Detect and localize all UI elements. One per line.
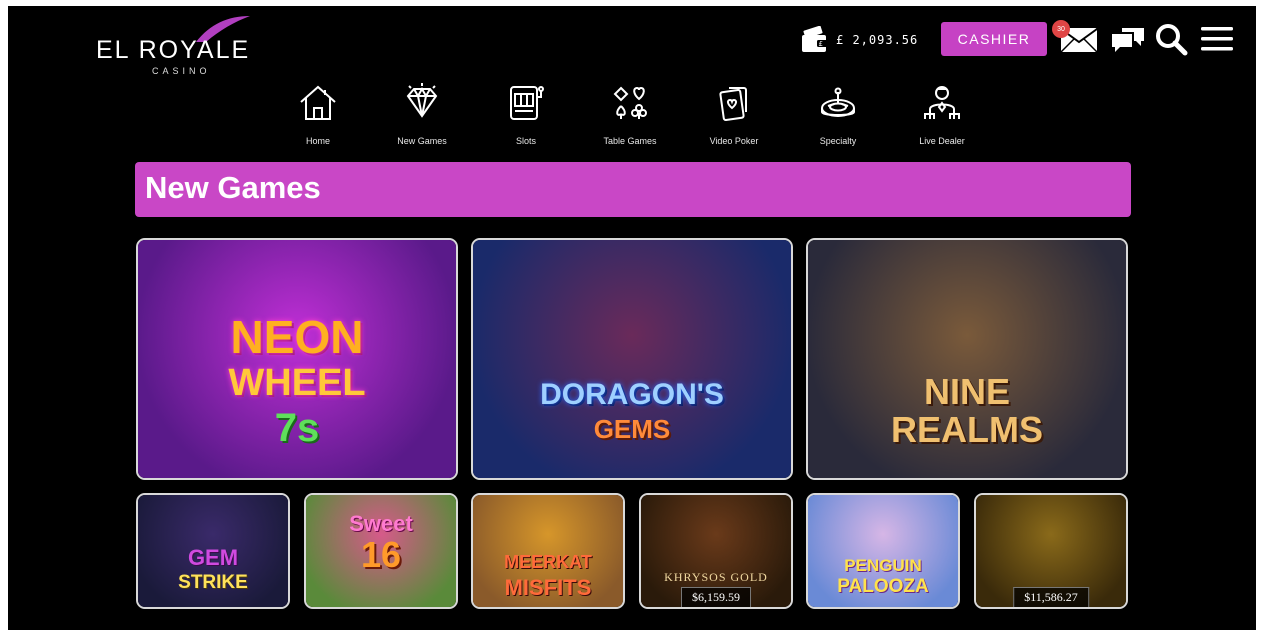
nav-item-specialty[interactable]: Specialty xyxy=(790,82,886,152)
game-tile-khrysos-gold[interactable]: KHRYSOS GOLD $6,159.59 xyxy=(639,493,793,609)
jackpot-amount: $6,159.59 xyxy=(681,587,751,607)
game-tile-jackpot-game[interactable]: $11,586.27 xyxy=(974,493,1128,609)
game-title-line2: MISFITS xyxy=(504,575,592,600)
game-title-line1: NEON xyxy=(230,311,364,363)
game-title-line2: PALOOZA xyxy=(837,576,929,597)
game-tile-doragons-gems[interactable]: DORAGON'S GEMS xyxy=(471,238,793,480)
game-tile-gem-strike[interactable]: GEM STRIKE xyxy=(136,493,290,609)
brand-logo[interactable]: EL ROYALE CASINO xyxy=(96,14,286,76)
nav-label: Live Dealer xyxy=(919,136,965,146)
game-title-line2: GEMS xyxy=(593,414,671,444)
game-title-line1: NINE xyxy=(923,371,1010,412)
brand-name: EL ROYALE xyxy=(96,36,251,64)
game-title-line2: 16 xyxy=(360,534,402,575)
card-suits-icon xyxy=(613,86,647,119)
nav-label: Table Games xyxy=(603,136,657,146)
chat-icon xyxy=(1112,28,1144,52)
game-title-line1: GEM xyxy=(187,545,239,570)
nav-item-slots[interactable]: Slots xyxy=(478,82,574,152)
casino-screen: EL ROYALE CASINO £ £ 2,093.56 CASHIER 30 xyxy=(8,6,1256,630)
game-tile-penguin-palooza[interactable]: PENGUIN PALOOZA xyxy=(806,493,960,609)
jackpot-amount: $11,586.27 xyxy=(1013,587,1089,607)
cashier-button[interactable]: CASHIER xyxy=(941,22,1047,56)
brand-subtitle: CASINO xyxy=(152,66,211,76)
game-title-line1: MEERKAT xyxy=(504,552,592,572)
game-title-line2: WHEEL xyxy=(228,362,366,404)
slot-machine-icon xyxy=(510,86,544,120)
svg-text:£: £ xyxy=(819,40,823,48)
hamburger-menu-icon xyxy=(1201,27,1233,51)
section-banner: New Games xyxy=(135,162,1131,217)
nav-item-home[interactable]: Home xyxy=(270,82,366,152)
mail-badge: 30 xyxy=(1052,20,1070,38)
chat-button[interactable] xyxy=(1110,26,1146,54)
nav-label: New Games xyxy=(397,136,447,146)
game-title-line1: PENGUIN xyxy=(844,556,922,575)
nav-item-video-poker[interactable]: Video Poker xyxy=(686,82,782,152)
home-icon xyxy=(300,85,336,120)
diamond-icon xyxy=(406,83,438,118)
menu-button[interactable] xyxy=(1200,24,1234,54)
nav-label: Slots xyxy=(515,136,536,146)
balance-amount: £ 2,093.56 xyxy=(836,33,919,47)
nav-label: Video Poker xyxy=(709,136,759,146)
category-nav: Home New Games Slots Table Games Video P… xyxy=(270,82,990,152)
game-title-line1: Sweet xyxy=(349,511,413,536)
game-title-line3: 7s xyxy=(274,406,320,450)
section-title: New Games xyxy=(145,170,321,205)
game-title-line2: STRIKE xyxy=(178,572,248,593)
search-icon xyxy=(1156,24,1188,56)
messages-button[interactable]: 30 xyxy=(1052,20,1098,54)
game-title-line1: KHRYSOS GOLD xyxy=(664,570,768,584)
playing-cards-icon xyxy=(719,87,747,121)
nav-label: Specialty xyxy=(819,136,857,146)
game-tile-nine-realms[interactable]: NINE REALMS xyxy=(806,238,1128,480)
wallet-balance[interactable]: £ £ 2,093.56 xyxy=(800,26,918,54)
game-tile-neon-wheel[interactable]: NEON WHEEL 7s xyxy=(136,238,458,480)
wallet-icon: £ xyxy=(802,26,828,52)
game-tile-sweet-16[interactable]: Sweet 16 xyxy=(304,493,458,609)
nav-label: Home xyxy=(305,136,330,146)
roulette-icon xyxy=(821,87,855,117)
game-tile-meerkat-misfits[interactable]: MEERKAT MISFITS xyxy=(471,493,625,609)
nav-item-live-dealer[interactable]: Live Dealer xyxy=(894,82,990,152)
search-button[interactable] xyxy=(1154,22,1188,56)
nav-item-new-games[interactable]: New Games xyxy=(374,82,470,152)
nav-item-table-games[interactable]: Table Games xyxy=(582,82,678,152)
dealer-icon xyxy=(924,86,960,119)
game-title-line1: DORAGON'S xyxy=(540,378,724,411)
game-title-line2: REALMS xyxy=(891,409,1043,450)
